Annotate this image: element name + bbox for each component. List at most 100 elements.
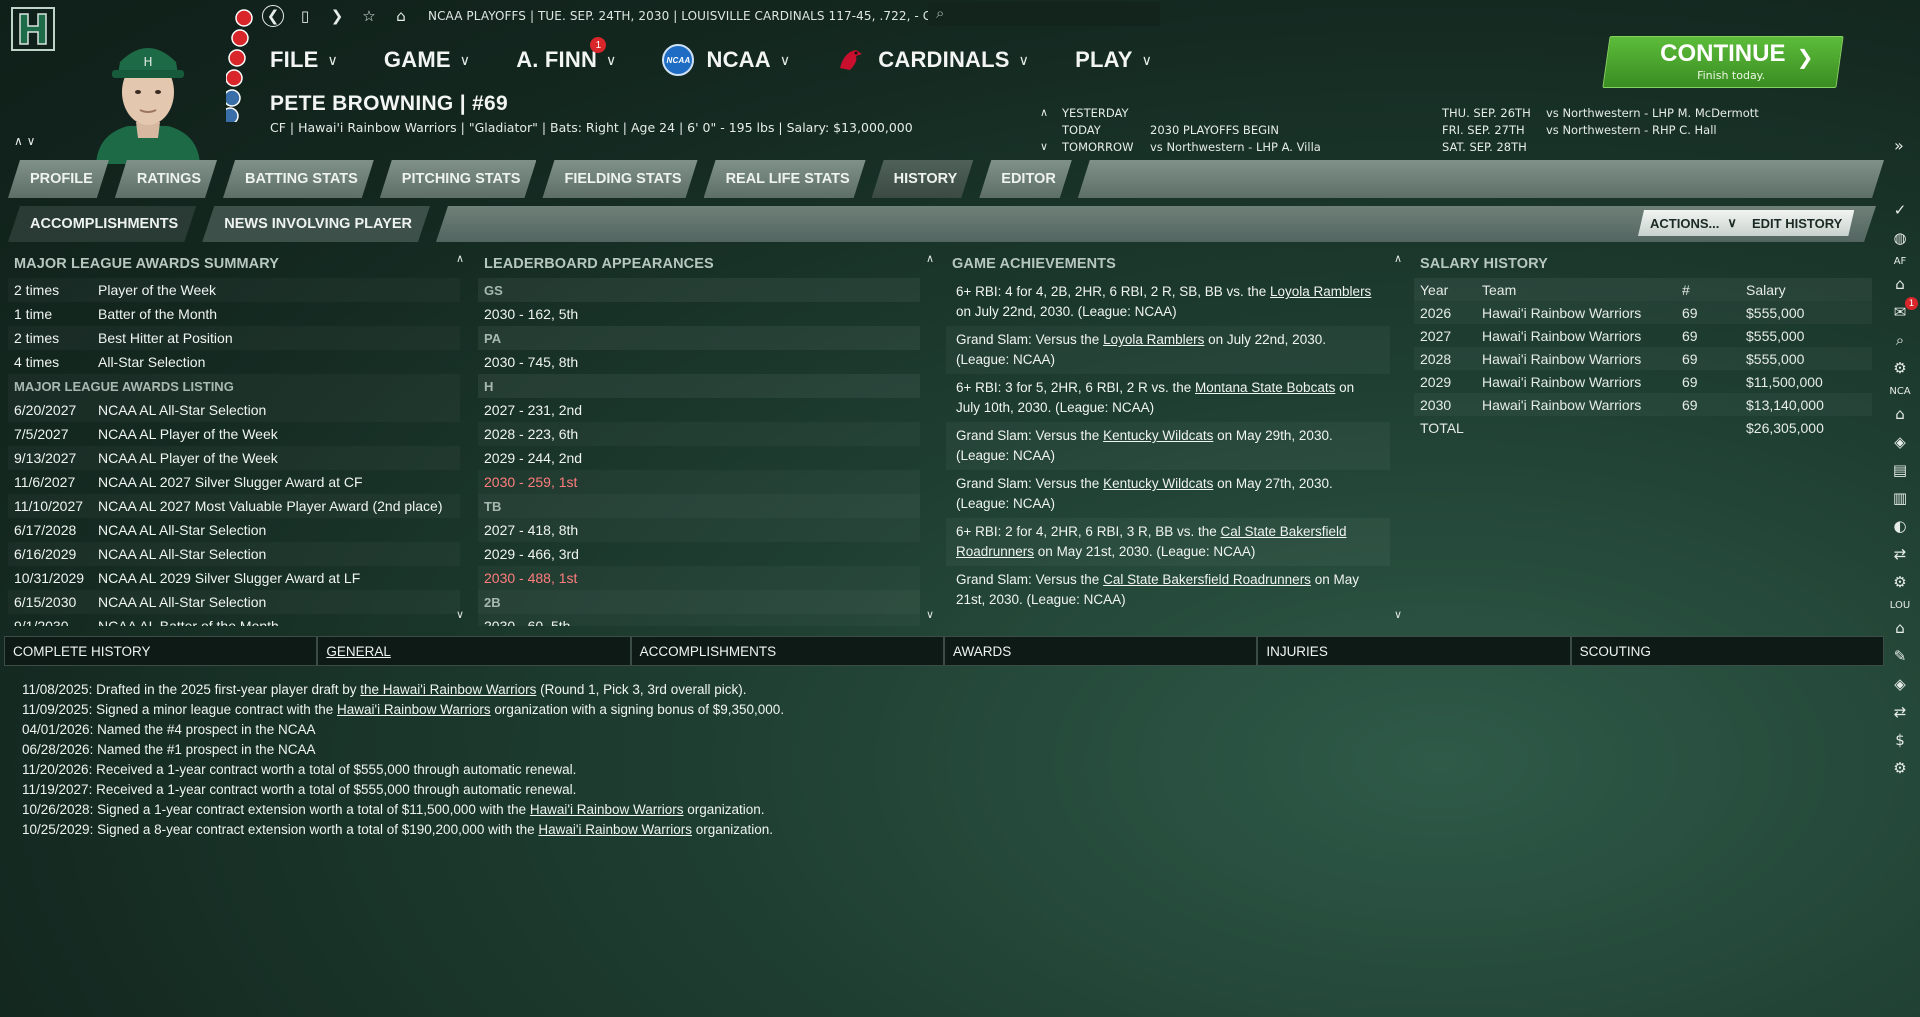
- scroll-up-icon[interactable]: ∧: [456, 252, 464, 265]
- check-icon[interactable]: ✓: [1880, 196, 1920, 224]
- chart-icon[interactable]: ▥: [1880, 484, 1920, 512]
- team-link[interactable]: Kentucky Wildcats: [1103, 476, 1213, 491]
- team-link[interactable]: Cal State Bakersfield Roadrunners: [1103, 572, 1311, 587]
- menu-league[interactable]: NCAA NCAA ∨: [662, 44, 790, 76]
- award-summary-row: 2 times Best Hitter at Position: [8, 326, 460, 350]
- team-logo[interactable]: [10, 6, 56, 52]
- gear-icon[interactable]: ⚙: [1880, 354, 1920, 382]
- sidebar-section-label: LOU: [1889, 599, 1911, 611]
- scroll-down-icon[interactable]: ∨: [456, 608, 464, 621]
- menu-game[interactable]: GAME ∨: [384, 47, 470, 73]
- salary-panel: SALARY HISTORY Year Team # Salary 2026 Hawai…: [1414, 250, 1872, 626]
- history-sep: :: [88, 762, 97, 777]
- mail-icon[interactable]: ✉ 1: [1880, 297, 1920, 326]
- team-link[interactable]: Montana State Bobcats: [1195, 380, 1335, 395]
- tab-complete-history[interactable]: COMPLETE HISTORY: [4, 636, 318, 666]
- trade-icon[interactable]: ⇄: [1880, 540, 1920, 568]
- tab-history[interactable]: HISTORY: [872, 160, 974, 198]
- search-input[interactable]: ⌕: [928, 2, 1160, 26]
- menu-play[interactable]: PLAY ∨: [1075, 47, 1152, 73]
- back-icon[interactable]: ❮: [262, 5, 284, 27]
- salary-year: 2029: [1420, 373, 1452, 390]
- team-link[interactable]: Loyola Ramblers: [1103, 332, 1204, 347]
- tab-injuries[interactable]: INJURIES: [1257, 636, 1571, 666]
- schedule-upcoming: THU. SEP. 26TH vs Northwestern - LHP M. M…: [1442, 105, 1759, 154]
- salary-number: 69: [1682, 304, 1698, 321]
- team-link[interactable]: Loyola Ramblers: [1270, 284, 1371, 299]
- team-link[interactable]: Hawai'i Rainbow Warriors: [337, 702, 491, 717]
- leaderboard-entry: 2030 - 488, 1st: [478, 566, 920, 590]
- gear-icon[interactable]: ⚙: [1880, 568, 1920, 596]
- search-icon[interactable]: ⌕: [1880, 326, 1920, 354]
- tab-ratings[interactable]: RATINGS: [115, 160, 217, 198]
- team-link[interactable]: Kentucky Wildcats: [1103, 428, 1213, 443]
- award-date: 9/13/2027: [14, 450, 77, 466]
- history-text: Named the #4 prospect in the NCAA: [97, 722, 316, 737]
- tab-real-life-stats[interactable]: REAL LIFE STATS: [704, 160, 866, 198]
- tab-profile[interactable]: PROFILE: [8, 160, 109, 198]
- gear-icon[interactable]: ⚙: [1880, 754, 1920, 782]
- tab-fielding-stats[interactable]: FIELDING STATS: [542, 160, 697, 198]
- ncaa-logo-icon: NCAA: [662, 44, 695, 76]
- actions-dropdown[interactable]: ACTIONS... ∨: [1638, 210, 1749, 236]
- scroll-down-icon[interactable]: ∨: [926, 608, 934, 621]
- award-name: NCAA AL Player of the Week: [98, 450, 278, 466]
- bookmark-icon[interactable]: ▯: [294, 5, 316, 27]
- star-icon[interactable]: ☆: [358, 5, 380, 27]
- achievement-text: Grand Slam: Versus the: [956, 476, 1104, 491]
- forward-icon[interactable]: ❯: [326, 5, 348, 27]
- scroll-up-icon[interactable]: ∧: [926, 252, 934, 265]
- menu-file[interactable]: FILE ∨: [270, 47, 338, 73]
- award-date: 6/16/2029: [14, 546, 77, 562]
- notification-badge: 1: [1905, 297, 1918, 310]
- home-icon[interactable]: ⌂: [390, 5, 412, 27]
- edit-history-button[interactable]: EDIT HISTORY: [1740, 210, 1854, 236]
- tab-general[interactable]: GENERAL: [317, 636, 631, 666]
- leaderboard-entry: 2028 - 223, 6th: [478, 422, 920, 446]
- history-sep: :: [89, 802, 98, 817]
- cardinal-logo-icon: [840, 50, 863, 70]
- salary-number: 69: [1682, 396, 1698, 413]
- search-icon: ⌕: [936, 4, 945, 22]
- pencil-icon[interactable]: ✎: [1880, 642, 1920, 670]
- achievement-text: on May 21st, 2030. (League: NCAA): [1034, 544, 1256, 559]
- down-arrow-icon[interactable]: ∨: [1040, 140, 1062, 153]
- expand-icon[interactable]: »: [1894, 136, 1904, 155]
- sidebar-section-label: NCA: [1889, 385, 1911, 397]
- tab-pitching-stats[interactable]: PITCHING STATS: [380, 160, 537, 198]
- continue-button[interactable]: CONTINUE Finish today. ❯: [1602, 36, 1844, 88]
- home-icon[interactable]: ⌂: [1880, 614, 1920, 642]
- dollar-icon[interactable]: $: [1880, 726, 1920, 754]
- card-icon[interactable]: ▤: [1880, 456, 1920, 484]
- tab-scouting[interactable]: SCOUTING: [1570, 636, 1884, 666]
- collapse-arrows[interactable]: ∧ ∨: [14, 134, 35, 148]
- tab-accomplishments[interactable]: ACCOMPLISHMENTS: [630, 636, 944, 666]
- leaderboard-entry: 2030 - 162, 5th: [484, 306, 579, 322]
- game-achievements-title: GAME ACHIEVEMENTS: [952, 256, 1116, 272]
- home-icon[interactable]: ⌂: [1880, 400, 1920, 428]
- diamond-icon[interactable]: ◈: [1880, 670, 1920, 698]
- scroll-down-icon[interactable]: ∨: [1394, 608, 1402, 621]
- team-link[interactable]: Hawai'i Rainbow Warriors: [538, 822, 692, 837]
- globe-icon[interactable]: ◍: [1880, 224, 1920, 252]
- subtab-accomplishments[interactable]: ACCOMPLISHMENTS: [8, 206, 196, 242]
- diamond-icon[interactable]: ◈: [1880, 428, 1920, 456]
- trade-icon[interactable]: ⇄: [1880, 698, 1920, 726]
- salary-team: Hawai'i Rainbow Warriors: [1482, 373, 1642, 390]
- up-arrow-icon[interactable]: ∧: [1040, 106, 1062, 119]
- team-link[interactable]: the Hawai'i Rainbow Warriors: [360, 682, 536, 697]
- menu-manager[interactable]: A. FINN ∨ 1: [516, 37, 616, 73]
- tab-batting-stats[interactable]: BATTING STATS: [223, 160, 374, 198]
- scroll-up-icon[interactable]: ∧: [1394, 252, 1402, 265]
- menu-team[interactable]: CARDINALS ∨: [836, 46, 1029, 74]
- history-sep: :: [89, 742, 98, 757]
- history-date: 11/08/2025: [22, 682, 89, 697]
- tab-editor[interactable]: EDITOR: [979, 160, 1072, 198]
- award-date: 6/15/2030: [14, 594, 77, 610]
- tab-awards[interactable]: AWARDS: [943, 636, 1258, 666]
- subtab-news[interactable]: NEWS INVOLVING PLAYER: [202, 206, 430, 242]
- home-icon[interactable]: ⌂: [1880, 270, 1920, 298]
- history-entry: 10/26/2028: Signed a 1-year contract ext…: [22, 800, 784, 820]
- baseball-icon[interactable]: ◐: [1880, 512, 1920, 540]
- team-link[interactable]: Hawai'i Rainbow Warriors: [530, 802, 684, 817]
